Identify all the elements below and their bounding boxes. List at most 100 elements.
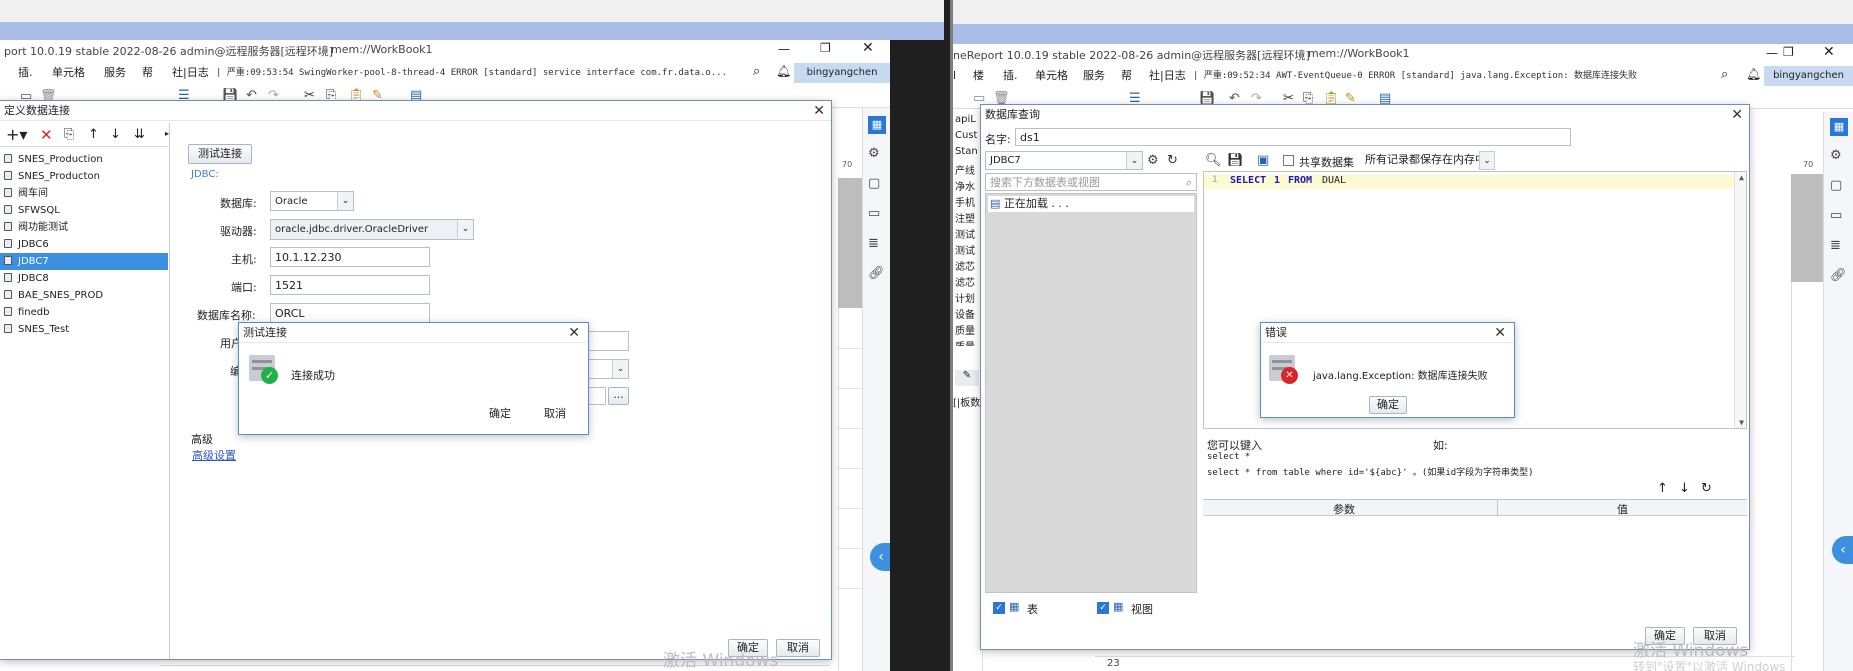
delete-connection-icon[interactable]: ✕	[40, 127, 53, 143]
memory-select[interactable]: 所有记录都保存在内存中 ⌄	[1361, 151, 1495, 170]
minimize-icon[interactable]: —	[778, 42, 790, 56]
host-input[interactable]: 10.1.12.230	[270, 247, 430, 267]
restore-icon[interactable]: ❐	[1783, 45, 1794, 59]
connection-item[interactable]: JDBC8	[0, 270, 168, 287]
dataset-item[interactable]: 产线	[955, 162, 975, 177]
bell-icon[interactable]: 🔔︎	[776, 64, 791, 78]
close-popup-icon[interactable]: ✕	[568, 324, 580, 342]
frame-icon[interactable]: ▢	[868, 176, 880, 192]
param-icon[interactable]: ▣	[1257, 153, 1269, 169]
list-icon[interactable]: ≣	[868, 236, 879, 252]
copy-connection-icon[interactable]: ⎘	[64, 127, 74, 143]
collapse-panel-icon[interactable]: ‹	[870, 543, 892, 571]
menu-item[interactable]: l	[953, 68, 956, 84]
edit-connection-icon[interactable]: ⚙	[1147, 153, 1159, 169]
scrollbar[interactable]	[1734, 172, 1746, 428]
connection-item[interactable]: SNES_Production	[0, 151, 168, 168]
add-connection-icon[interactable]: +▾	[6, 127, 27, 143]
dataset-item[interactable]: apiL	[955, 114, 976, 125]
connection-item[interactable]: finedb	[0, 304, 168, 321]
error-ok-button[interactable]: 确定	[1369, 396, 1407, 414]
log-message[interactable]: | 严重:09:52:34 AWT-EventQueue-0 ERROR [st…	[1193, 68, 1637, 84]
param-refresh-icon[interactable]: ↻	[1701, 481, 1712, 497]
collapse-panel-icon[interactable]: ‹	[1832, 536, 1853, 564]
dataset-item[interactable]: 滤芯	[955, 258, 975, 273]
dataset-item[interactable]: 测试	[955, 242, 975, 257]
search-icon[interactable]: ⌕	[753, 64, 760, 79]
edit-icon[interactable]: ✎	[955, 370, 979, 386]
sort-icon[interactable]: ⇊	[134, 127, 145, 143]
dataset-item[interactable]: 净水	[955, 178, 975, 193]
element-icon[interactable]: ▭	[1830, 208, 1842, 224]
name-input[interactable]: ds1	[1015, 128, 1571, 146]
bell-icon[interactable]: 🔔︎	[1746, 67, 1761, 81]
scroll-up-icon[interactable]: ▲	[1739, 173, 1744, 182]
user-badge[interactable]: bingyangchen	[1764, 66, 1853, 86]
dataset-item[interactable]: 计划	[955, 290, 975, 305]
share-dataset-checkbox[interactable]	[1283, 155, 1294, 166]
connection-item[interactable]: SNES_Test	[0, 321, 168, 338]
frame-icon[interactable]: ▢	[1830, 178, 1842, 194]
connection-item[interactable]: JDBC6	[0, 236, 168, 253]
panel-arrow-icon[interactable]: ▸	[165, 129, 169, 138]
save-sql-icon[interactable]: 💾︎	[1227, 153, 1244, 169]
advanced-settings-link[interactable]: 高级设置	[192, 447, 236, 463]
widget-icon[interactable]: ⚙	[1830, 148, 1842, 164]
connection-item[interactable]: 阀功能测试	[0, 219, 168, 236]
log-message[interactable]: | 严重:09:53:54 SwingWorker-pool-8-thread-…	[216, 65, 746, 81]
param-up-icon[interactable]: ↑	[1657, 481, 1668, 497]
menu-insert[interactable]: 插.	[1003, 68, 1018, 84]
close-dialog-icon[interactable]: ✕	[1731, 106, 1743, 124]
menu-cell[interactable]: 单元格	[1035, 68, 1068, 84]
dataset-item[interactable]: 测试	[955, 226, 975, 241]
popup-cancel-button[interactable]: 取消	[533, 405, 577, 424]
more-button[interactable]: ...	[608, 387, 629, 405]
connection-item[interactable]: BAE_SNES_PROD	[0, 287, 168, 304]
dialog-cancel-button[interactable]: 取消	[776, 639, 820, 657]
cell-attr-icon[interactable]: ▦	[868, 116, 886, 134]
port-input[interactable]: 1521	[270, 275, 430, 295]
close-dialog-icon[interactable]: ✕	[813, 102, 825, 120]
db-select[interactable]: JDBC7 ⌄	[985, 151, 1143, 170]
dataset-item[interactable]: 质量	[955, 338, 975, 346]
minimize-icon[interactable]: —	[1766, 46, 1778, 60]
driver-select[interactable]: oracle.jdbc.driver.OracleDriver ⌄	[270, 219, 474, 240]
view-checkbox[interactable]: ✓	[1097, 602, 1109, 614]
close-popup-icon[interactable]: ✕	[1494, 324, 1506, 342]
log-label[interactable]: 社|日志	[172, 65, 209, 81]
menu-help[interactable]: 帮	[142, 65, 153, 81]
search-icon[interactable]: ⌕	[1721, 67, 1728, 82]
preview-icon[interactable]: 🔍︎	[1205, 153, 1222, 169]
user-badge[interactable]: bingyangchen	[794, 63, 890, 83]
list-icon[interactable]: ≣	[1830, 238, 1841, 254]
menu-insert[interactable]: 插.	[18, 65, 33, 81]
dataset-item[interactable]: 设备	[955, 306, 975, 321]
dataset-item[interactable]: Stan	[955, 146, 978, 157]
dataset-item[interactable]: 滤芯	[955, 274, 975, 289]
menu-server[interactable]: 服务	[1083, 68, 1105, 84]
log-label[interactable]: 社|日志	[1149, 68, 1186, 84]
table-checkbox[interactable]: ✓	[993, 602, 1005, 614]
element-icon[interactable]: ▭	[868, 206, 880, 222]
cell-attr-icon[interactable]: ▦	[1830, 118, 1848, 136]
widget-icon[interactable]: ⚙	[868, 146, 880, 162]
dataset-item[interactable]: 注塑	[955, 210, 975, 225]
link-icon[interactable]: 🔗︎	[1830, 268, 1847, 284]
close-window-icon[interactable]: ✕	[862, 40, 874, 56]
dataset-item[interactable]: 手机	[955, 194, 975, 209]
close-window-icon[interactable]: ✕	[1823, 44, 1835, 60]
table-search-input[interactable]: 搜索下方数据表或视图 ⌕	[985, 173, 1197, 191]
dataset-item[interactable]: Cust	[955, 130, 977, 141]
test-connection-button[interactable]: 测试连接	[188, 144, 252, 164]
menu-server[interactable]: 服务	[104, 65, 126, 81]
refresh-icon[interactable]: ↻	[1167, 153, 1178, 169]
param-down-icon[interactable]: ↓	[1679, 481, 1690, 497]
scroll-down-icon[interactable]: ▼	[1739, 418, 1744, 427]
menu-cell[interactable]: 单元格	[52, 65, 85, 81]
popup-ok-button[interactable]: 确定	[481, 405, 519, 424]
dbname-input[interactable]: ORCL	[270, 303, 430, 323]
restore-icon[interactable]: ❐	[820, 41, 831, 55]
database-select[interactable]: Oracle ⌄	[270, 191, 354, 211]
connection-item[interactable]: SFWSQL	[0, 202, 168, 219]
link-icon[interactable]: 🔗︎	[868, 266, 885, 282]
